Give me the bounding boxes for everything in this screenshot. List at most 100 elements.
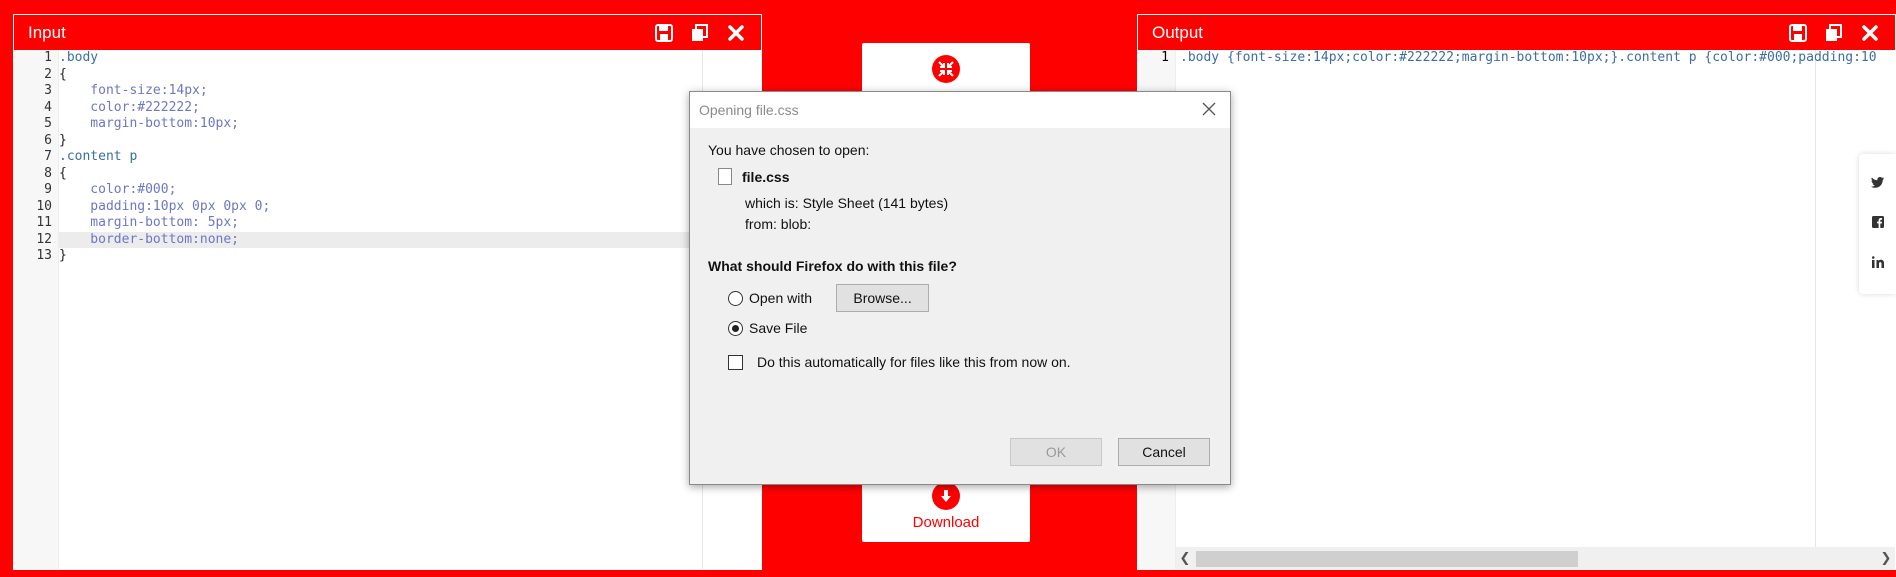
code-area[interactable]: .body {font-size:14px;color:#222222;marg… bbox=[1176, 50, 1895, 569]
which-is-row: which is: Style Sheet (141 bytes) bbox=[745, 195, 1212, 211]
output-panel: Output 1 .body {font-size:14px;color:#22… bbox=[1137, 14, 1896, 570]
cancel-button[interactable]: Cancel bbox=[1118, 438, 1210, 466]
open-with-option[interactable]: Open with Browse... bbox=[728, 283, 1212, 313]
scroll-right-icon[interactable]: ❯ bbox=[1877, 551, 1895, 566]
line-number: 10 bbox=[36, 198, 52, 214]
code-line[interactable]: 10 padding:10px 0px 0px 0; bbox=[36, 198, 761, 216]
which-is-label: which is: bbox=[745, 195, 799, 211]
close-icon[interactable] bbox=[1859, 22, 1881, 44]
input-panel-title: Input bbox=[28, 22, 66, 42]
input-panel: Input 1 .body 2{3 font-size:14px; 4 color:#… bbox=[13, 14, 762, 570]
line-number: 7 bbox=[44, 149, 52, 164]
line-number: 11 bbox=[36, 215, 52, 230]
output-code-line: .body {font-size:14px;color:#222222;marg… bbox=[1180, 50, 1877, 65]
code-line[interactable]: 13} bbox=[36, 248, 761, 265]
save-file-option[interactable]: Save File bbox=[728, 313, 1212, 343]
code-text: margin-bottom:10px; bbox=[59, 116, 240, 131]
code-text: margin-bottom: 5px; bbox=[59, 215, 240, 230]
save-icon[interactable] bbox=[653, 22, 675, 44]
line-number: 9 bbox=[44, 182, 52, 197]
code-line[interactable]: 1 .body bbox=[44, 50, 761, 67]
line-number: 2 bbox=[44, 66, 52, 82]
open-with-radio[interactable] bbox=[728, 290, 743, 306]
line-number: 1 bbox=[1161, 50, 1169, 65]
code-line[interactable]: 6} bbox=[44, 132, 761, 150]
code-text: { bbox=[59, 165, 67, 181]
code-line[interactable]: 12 border-bottom:none; bbox=[36, 231, 761, 248]
code-text: color:#000; bbox=[59, 182, 177, 197]
close-icon[interactable] bbox=[1200, 100, 1218, 118]
output-panel-header: Output bbox=[1138, 15, 1895, 50]
line-number: 5 bbox=[44, 116, 52, 131]
from-value: blob: bbox=[780, 216, 812, 232]
scroll-left-icon[interactable]: ❮ bbox=[1176, 551, 1194, 566]
code-line[interactable]: 3 font-size:14px; bbox=[44, 83, 761, 100]
line-number: 3 bbox=[44, 83, 52, 98]
code-text: } bbox=[59, 248, 67, 263]
dialog-intro: You have chosen to open: bbox=[708, 142, 870, 158]
file-row: file.css bbox=[718, 168, 1212, 185]
dialog-titlebar: Opening file.css bbox=[690, 92, 1230, 128]
code-line[interactable]: 4 color:#222222; bbox=[44, 99, 761, 117]
dialog-body: You have chosen to open: file.css which … bbox=[690, 128, 1230, 391]
line-number: 6 bbox=[44, 132, 52, 148]
save-icon[interactable] bbox=[1787, 22, 1809, 44]
minify-card[interactable] bbox=[862, 43, 1030, 93]
code-line[interactable]: 5 margin-bottom:10px; bbox=[44, 116, 761, 133]
code-line[interactable]: 8{ bbox=[44, 165, 761, 183]
save-file-label[interactable]: Save File bbox=[749, 320, 807, 336]
code-text: { bbox=[59, 66, 67, 82]
code-text: .content p bbox=[59, 149, 138, 164]
from-label: from: bbox=[745, 216, 777, 232]
copy-icon[interactable] bbox=[689, 22, 711, 44]
code-text: padding:10px 0px 0px 0; bbox=[59, 198, 271, 214]
code-line[interactable]: 9 color:#000; bbox=[44, 182, 761, 199]
download-card[interactable]: Download bbox=[862, 478, 1030, 542]
dialog-question: What should Firefox do with this file? bbox=[708, 258, 957, 274]
download-icon[interactable] bbox=[932, 482, 960, 510]
input-panel-header: Input bbox=[14, 15, 761, 50]
code-text: font-size:14px; bbox=[59, 83, 208, 98]
facebook-icon[interactable] bbox=[1871, 215, 1884, 231]
dialog-footer: OK Cancel bbox=[1010, 438, 1210, 466]
input-code-editor[interactable]: 1 .body 2{3 font-size:14px; 4 color:#222222… bbox=[14, 50, 761, 569]
code-text: .body bbox=[59, 50, 99, 65]
code-text: } bbox=[59, 132, 67, 148]
line-number: 13 bbox=[36, 248, 52, 263]
browse-button[interactable]: Browse... bbox=[836, 284, 930, 312]
code-line[interactable]: 2{ bbox=[44, 66, 761, 84]
file-icon bbox=[718, 168, 732, 185]
scroll-track[interactable] bbox=[1194, 549, 1877, 567]
code-line[interactable]: 7 .content p bbox=[44, 149, 761, 166]
ok-button[interactable]: OK bbox=[1010, 438, 1102, 466]
from-row: from: blob: bbox=[745, 216, 1212, 232]
dialog-title: Opening file.css bbox=[699, 102, 799, 118]
output-code-editor[interactable]: 1 .body {font-size:14px;color:#222222;ma… bbox=[1138, 50, 1895, 569]
code-area[interactable]: 1 .body 2{3 font-size:14px; 4 color:#222222… bbox=[36, 50, 761, 569]
line-number: 1 bbox=[44, 50, 52, 65]
code-line[interactable]: 11 margin-bottom: 5px; bbox=[36, 215, 761, 232]
horizontal-scrollbar[interactable]: ❮ ❯ bbox=[1176, 547, 1895, 569]
open-with-label[interactable]: Open with bbox=[749, 290, 812, 306]
which-is-value: Style Sheet (141 bytes) bbox=[802, 195, 949, 211]
download-label[interactable]: Download bbox=[913, 514, 980, 531]
code-text: color:#222222; bbox=[59, 99, 200, 115]
close-icon[interactable] bbox=[725, 22, 747, 44]
compress-icon[interactable] bbox=[932, 55, 960, 83]
open-file-dialog: Opening file.css You have chosen to open… bbox=[689, 91, 1231, 485]
code-text: border-bottom:none; bbox=[59, 231, 240, 247]
auto-label[interactable]: Do this automatically for files like thi… bbox=[757, 354, 1071, 370]
copy-icon[interactable] bbox=[1823, 22, 1845, 44]
line-number: 12 bbox=[36, 231, 52, 247]
auto-option[interactable]: Do this automatically for files like thi… bbox=[728, 347, 1212, 377]
social-share-bar bbox=[1859, 154, 1896, 294]
scroll-thumb[interactable] bbox=[1196, 551, 1578, 567]
twitter-icon[interactable] bbox=[1871, 176, 1884, 191]
auto-checkbox[interactable] bbox=[728, 354, 743, 370]
save-file-radio[interactable] bbox=[728, 320, 743, 336]
file-name: file.css bbox=[742, 168, 790, 185]
linkedin-icon[interactable] bbox=[1871, 256, 1884, 271]
output-panel-title: Output bbox=[1152, 22, 1204, 42]
line-number: 4 bbox=[44, 99, 52, 115]
line-number: 8 bbox=[44, 165, 52, 181]
